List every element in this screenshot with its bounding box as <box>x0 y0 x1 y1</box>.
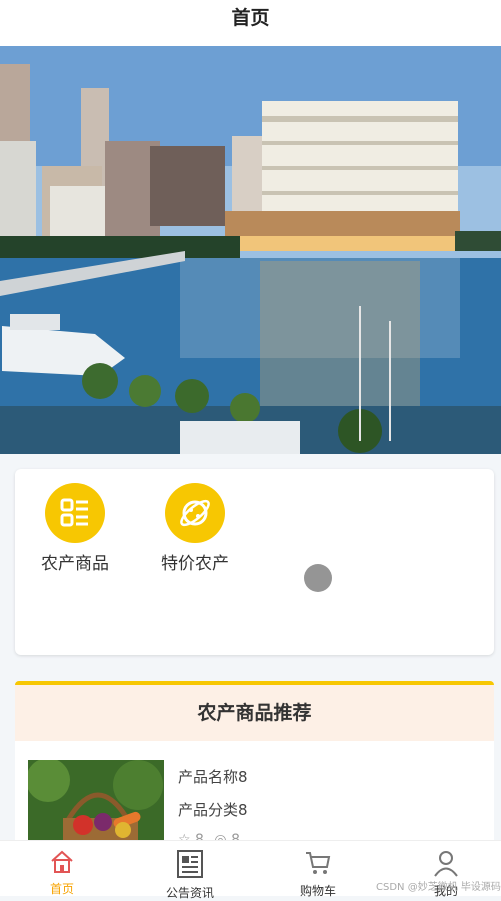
floating-dot[interactable] <box>304 564 332 592</box>
category-card: 农产商品 特价农产 <box>15 469 494 655</box>
list-icon <box>45 483 105 543</box>
cart-icon <box>306 852 331 874</box>
page-header: 首页 <box>0 0 501 46</box>
banner-cityscape <box>0 46 501 454</box>
category-label: 农产商品 <box>41 554 109 574</box>
tab-cart[interactable]: 购物车 <box>268 849 368 899</box>
user-icon <box>434 851 458 877</box>
recommend-card: 农产商品推荐 产品名称8 产品分类8 ☆ 8 ◎ 8 <box>15 681 494 860</box>
planet-icon <box>165 483 225 543</box>
banner-image[interactable] <box>0 46 501 454</box>
watermark-text: CSDN @妙芝微机 毕设源码 <box>376 882 501 893</box>
tab-label: 首页 <box>49 882 74 896</box>
category-label: 特价农产 <box>161 554 229 574</box>
recommend-title: 农产商品推荐 <box>15 685 494 741</box>
home-icon <box>51 850 73 873</box>
tab-home[interactable]: 首页 <box>12 849 112 897</box>
tab-label: 购物车 <box>299 884 336 898</box>
tab-news[interactable]: 公告资讯 <box>140 849 240 901</box>
category-special-offers[interactable]: 特价农产 <box>145 483 245 574</box>
tab-label: 公告资讯 <box>165 886 214 900</box>
product-name: 产品名称8 <box>178 768 248 786</box>
page-title: 首页 <box>231 7 270 29</box>
category-farm-products[interactable]: 农产商品 <box>25 483 125 574</box>
news-icon <box>177 850 203 878</box>
product-category: 产品分类8 <box>178 801 248 819</box>
